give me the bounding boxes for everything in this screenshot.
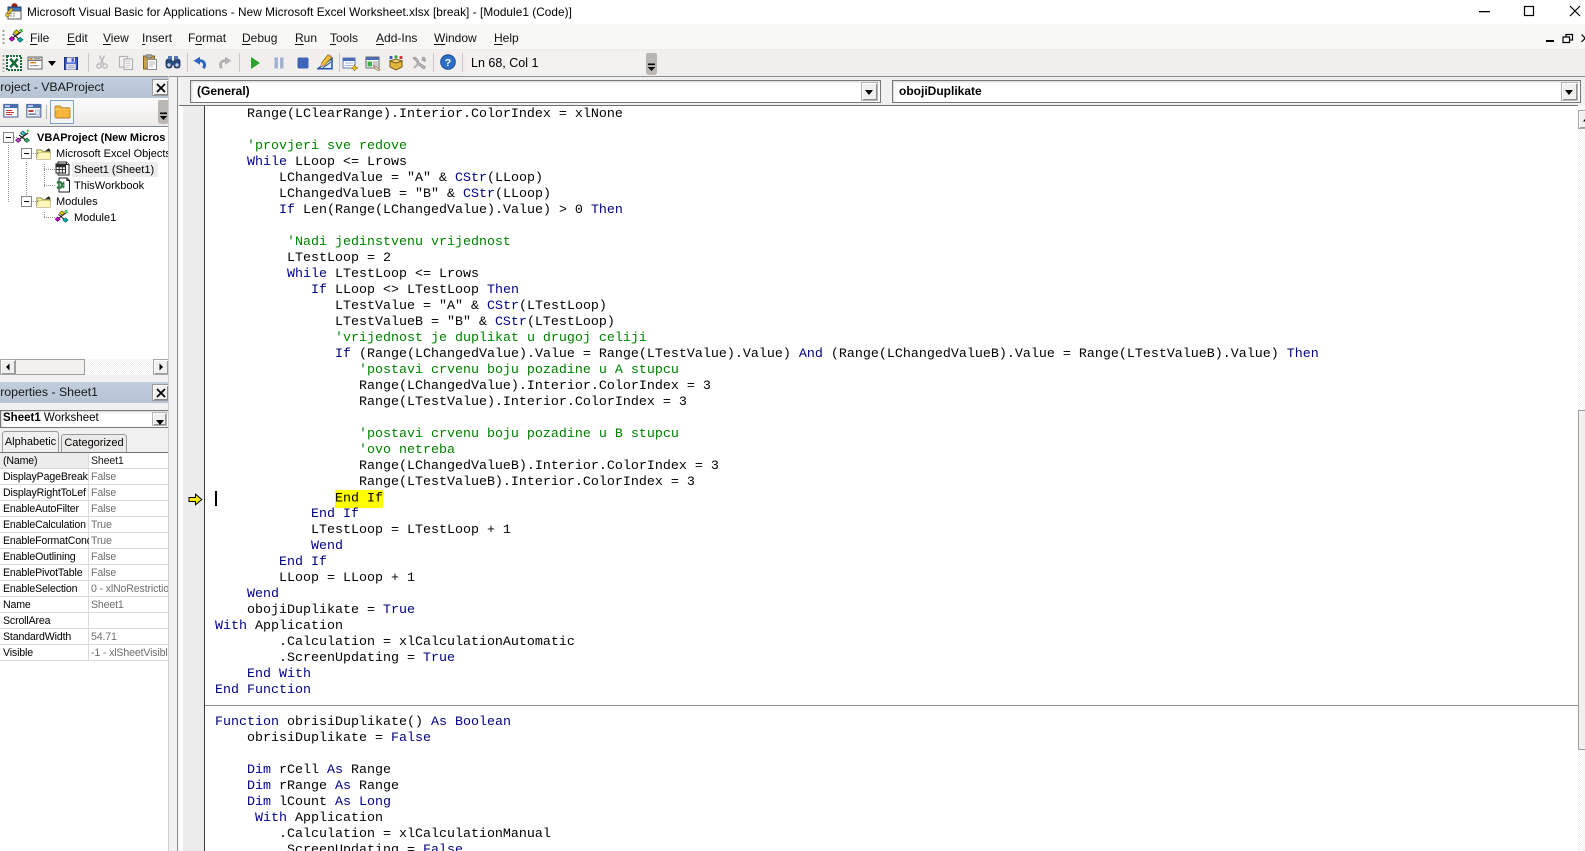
svg-text:?: ? xyxy=(445,57,451,69)
